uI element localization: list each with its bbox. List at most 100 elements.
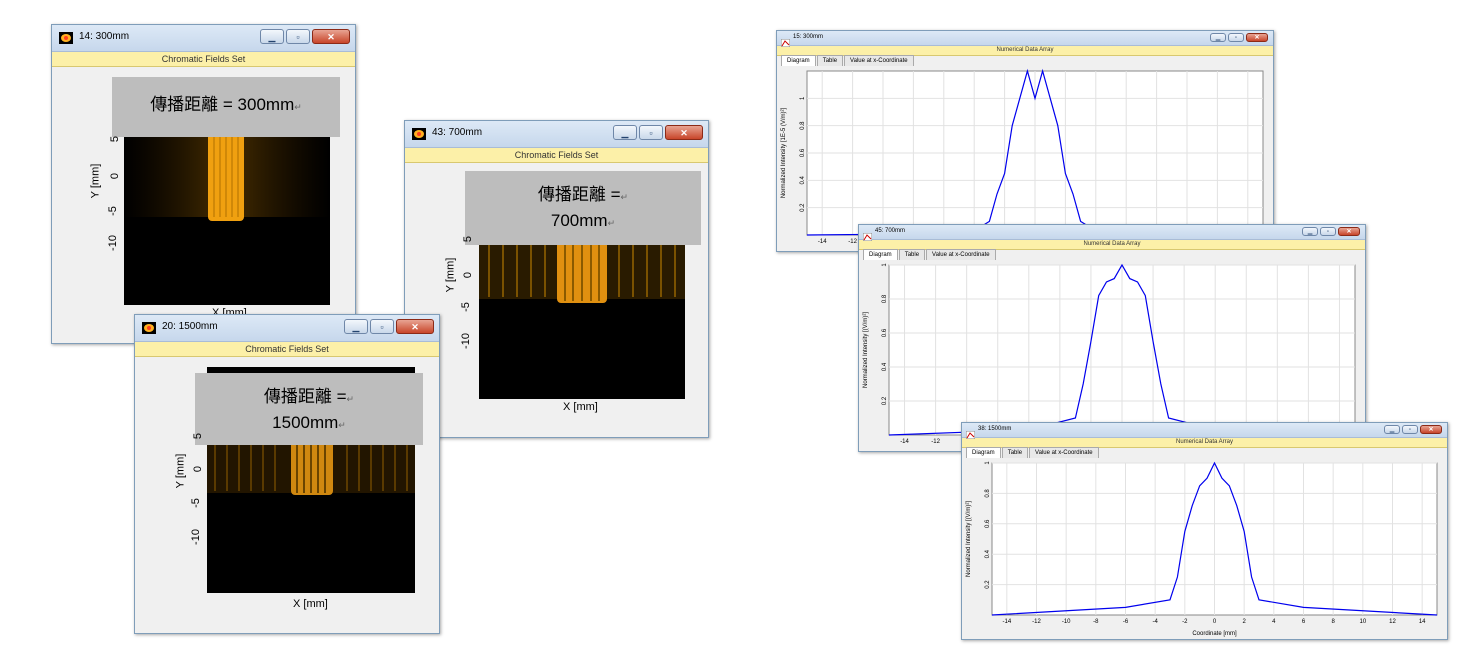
x-tick-label: -8 (1093, 619, 1099, 625)
restore-button[interactable]: ▫ (370, 319, 394, 334)
minimize-button[interactable]: ▁ (260, 29, 284, 44)
x-tick: -5 (272, 579, 282, 591)
x-tick-label: 2 (1242, 619, 1246, 625)
close-button[interactable]: ✕ (312, 29, 350, 44)
x-tick-label: -6 (1123, 619, 1129, 625)
y-axis-label: Normalized Intensity [(V/m)²] (863, 312, 869, 388)
y-tick-label: 0.4 (985, 549, 991, 558)
x-tick: 5 (612, 383, 619, 395)
close-button[interactable]: ✕ (1420, 425, 1442, 434)
field-window-1500mm[interactable]: 20: 1500mm ▁ ▫ ✕ Chromatic Fields Set 傳播距離… (134, 314, 440, 634)
close-button[interactable]: ✕ (396, 319, 434, 334)
restore-button[interactable]: ▫ (1402, 425, 1418, 434)
x-tick-label: -14 (900, 439, 909, 445)
y-tick: -10 (459, 333, 472, 349)
x-tick: -10 (504, 383, 520, 395)
x-tick-label: -10 (1062, 619, 1071, 625)
close-button[interactable]: ✕ (665, 125, 703, 140)
chart-icon (965, 426, 976, 440)
x-tick-label: -14 (818, 239, 827, 245)
y-tick-label: 0.6 (800, 148, 806, 157)
x-tick-label: 14 (1419, 619, 1426, 625)
close-button[interactable]: ✕ (1338, 227, 1360, 236)
field-window-300mm[interactable]: 14: 300mm ▁ ▫ ✕ Chromatic Fields Set 傳播距離 … (51, 24, 356, 344)
y-tick-label: 0.8 (882, 294, 888, 303)
window-controls: ▁ ▫ ✕ (344, 319, 434, 334)
y-tick-label: 1 (882, 263, 888, 267)
restore-button[interactable]: ▫ (286, 29, 310, 44)
data-window-700mm[interactable]: 45: 700mm ▁ ▫ ✕ Numerical Data Array Diagr… (858, 224, 1366, 452)
window-titlebar[interactable]: 45: 700mm ▁ ▫ ✕ (859, 225, 1365, 242)
restore-button[interactable]: ▫ (1228, 33, 1244, 42)
x-tick: 10 (290, 289, 303, 301)
y-tick-label: 1 (800, 96, 806, 100)
y-tick: -5 (106, 206, 119, 216)
x-tick-label: -2 (1182, 619, 1188, 625)
window-controls: ▁ ▫ ✕ (260, 29, 350, 44)
window-controls: ▁ ▫ ✕ (1210, 33, 1268, 42)
x-tick: 10 (645, 383, 658, 395)
y-axis-label: Normalized Intensity [(V/m)²] (966, 501, 972, 577)
window-title: 20: 1500mm (162, 321, 218, 332)
y-tick: -10 (189, 529, 202, 545)
window-titlebar[interactable]: 38: 1500mm ▁ ▫ ✕ (962, 423, 1447, 440)
y-axis-label: Y [mm] (444, 257, 457, 293)
y-tick: -10 (106, 235, 119, 251)
minimize-button[interactable]: ▁ (1210, 33, 1226, 42)
x-tick: 5 (342, 579, 349, 591)
x-tick: -10 (233, 579, 249, 591)
x-tick-label: 0 (1213, 619, 1217, 625)
y-tick-label: 0.8 (985, 489, 991, 498)
overlay-text: 700mm (550, 211, 608, 230)
window-titlebar[interactable]: 15: 300mm ▁ ▫ ✕ (777, 31, 1273, 48)
y-tick-label: 0.6 (985, 519, 991, 528)
x-tick-label: 8 (1331, 619, 1335, 625)
x-tick: 0 (225, 289, 232, 301)
minimize-button[interactable]: ▁ (1384, 425, 1400, 434)
y-tick: 0 (192, 465, 205, 473)
restore-button[interactable]: ▫ (1320, 227, 1336, 236)
minimize-button[interactable]: ▁ (613, 125, 637, 140)
y-tick: -5 (459, 302, 472, 312)
overlay-line-2: 700mm↵ (550, 211, 616, 230)
subtitle-bar: Chromatic Fields Set (52, 52, 355, 67)
window-titlebar[interactable]: 14: 300mm ▁ ▫ ✕ (52, 25, 355, 52)
y-tick-label: 0.2 (985, 580, 991, 589)
subtitle-bar: Chromatic Fields Set (405, 148, 708, 163)
data-window-1500mm[interactable]: 38: 1500mm ▁ ▫ ✕ Numerical Data Array Diag… (961, 422, 1448, 640)
window-title: 15: 300mm (793, 34, 824, 40)
x-tick-label: -12 (848, 239, 857, 245)
y-tick-label: 0.6 (882, 328, 888, 337)
subtitle-bar: Chromatic Fields Set (135, 342, 439, 357)
overlay-text: 傳播距離 = 300mm (150, 95, 295, 114)
y-tick-label: 0.4 (800, 176, 806, 185)
chart-icon (862, 228, 873, 242)
y-tick-label: 0.4 (882, 362, 888, 371)
window-titlebar[interactable]: 20: 1500mm ▁ ▫ ✕ (135, 315, 439, 342)
intensity-chart: -14 -12 -10 -8 -6 -4 -2 0 2 4 6 8 10 12 14 1 0.8 0.6 0.4 0.… (966, 461, 1438, 637)
minimize-button[interactable]: ▁ (1302, 227, 1318, 236)
y-tick-label: 0.8 (800, 121, 806, 130)
minimize-button[interactable]: ▁ (344, 319, 368, 334)
restore-button[interactable]: ▫ (639, 125, 663, 140)
y-axis-label: Y [mm] (89, 163, 102, 199)
field-window-700mm[interactable]: 43: 700mm ▁ ▫ ✕ Chromatic Fields Set 傳播距離 … (404, 120, 709, 438)
x-tick-label: 10 (1359, 619, 1366, 625)
field-icon (412, 127, 426, 140)
x-axis-label: X [mm] (563, 401, 598, 413)
y-tick-label: 0.2 (800, 203, 806, 212)
chart-icon (780, 34, 791, 48)
x-tick-label: 12 (1389, 619, 1396, 625)
close-button[interactable]: ✕ (1246, 33, 1268, 42)
x-tick: 5 (257, 289, 264, 301)
window-titlebar[interactable]: 43: 700mm ▁ ▫ ✕ (405, 121, 708, 148)
y-tick-label: 0.2 (882, 396, 888, 405)
x-tick-label: -14 (1002, 619, 1011, 625)
window-controls: ▁ ▫ ✕ (613, 125, 703, 140)
y-tick: 5 (462, 235, 475, 243)
data-window-300mm[interactable]: 15: 300mm ▁ ▫ ✕ Numerical Data Array Diagr… (776, 30, 1274, 252)
x-tick-label: -4 (1152, 619, 1158, 625)
overlay-text: 1500mm (272, 413, 339, 432)
overlay-text: 傳播距離 = (263, 387, 347, 406)
x-tick: 10 (374, 579, 387, 591)
